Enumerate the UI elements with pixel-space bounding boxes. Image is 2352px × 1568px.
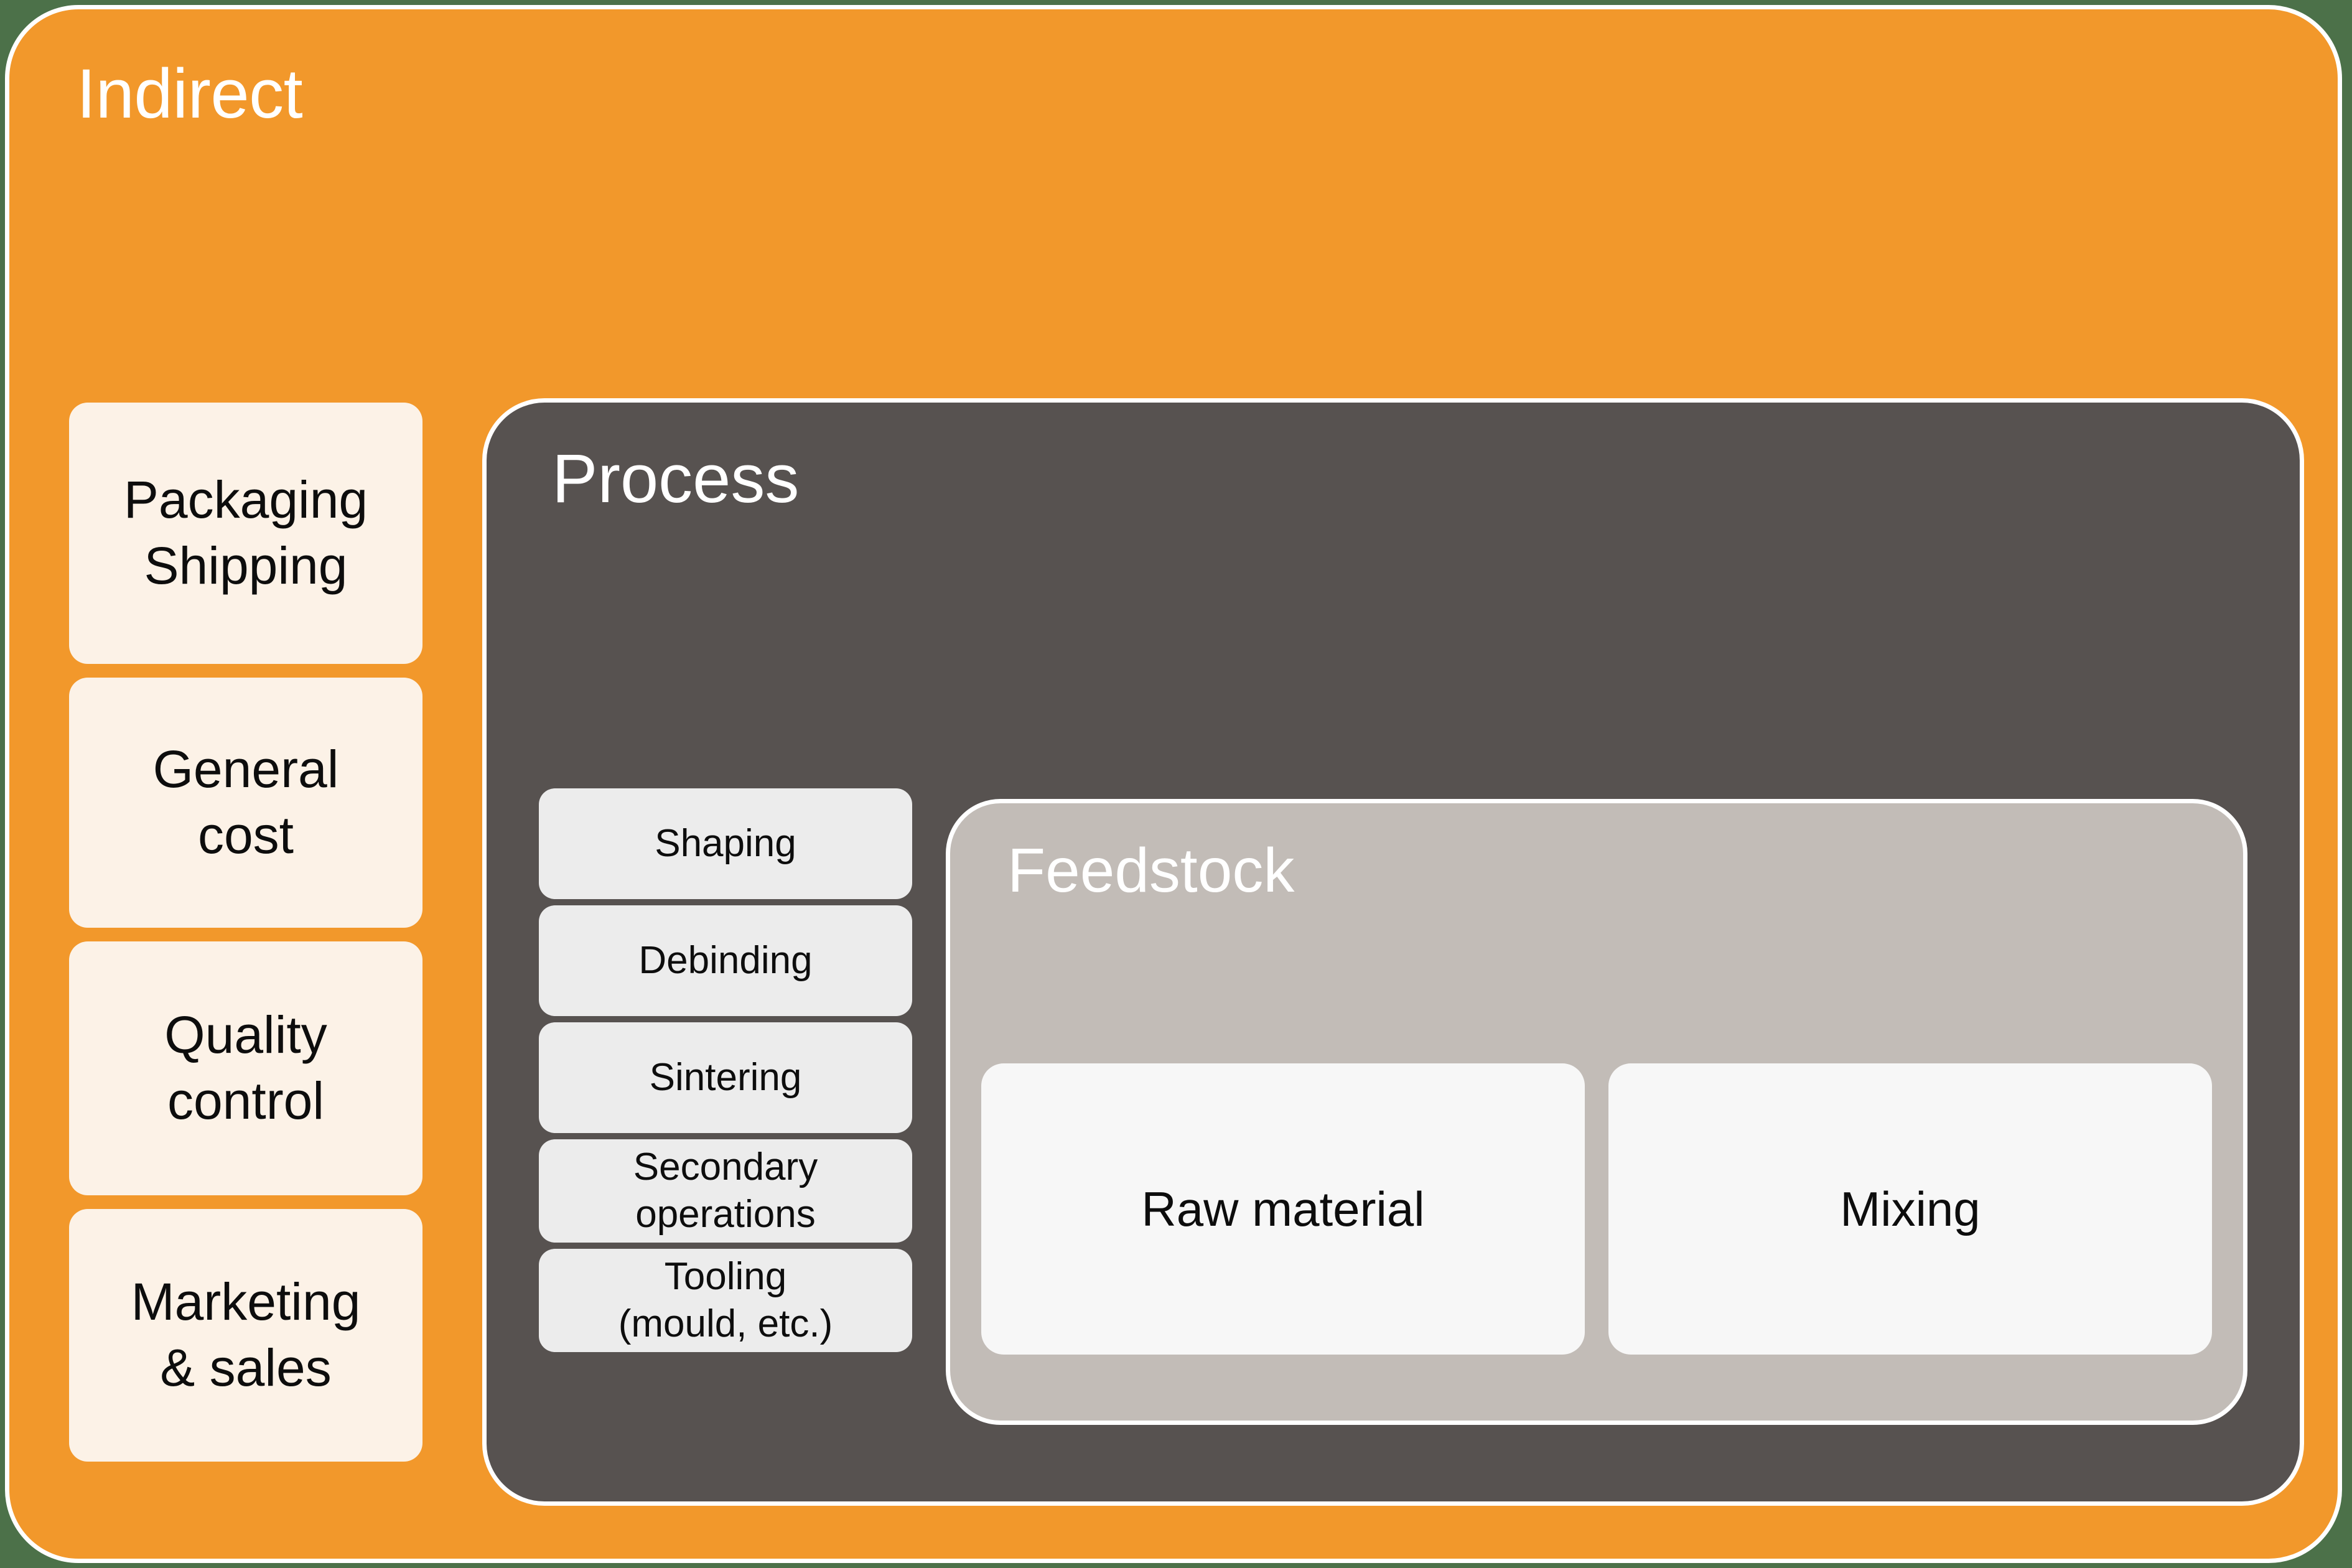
process-step-label: Debinding <box>638 939 813 982</box>
process-step-shaping[interactable]: Shaping <box>539 788 912 899</box>
feedstock-card-mixing[interactable]: Mixing <box>1608 1063 2212 1355</box>
feedstock-card-label: Raw material <box>1141 1181 1425 1236</box>
indirect-cost-list: Packaging Shipping General cost Quality … <box>69 403 422 1475</box>
feedstock-title: Feedstock <box>1007 836 1295 905</box>
indirect-card-line: & sales <box>160 1338 332 1397</box>
indirect-card-line: Shipping <box>144 536 348 595</box>
process-step-label: Sintering <box>649 1056 802 1099</box>
indirect-card-line: cost <box>197 806 294 864</box>
indirect-card-quality-control[interactable]: Quality control <box>69 941 422 1195</box>
feedstock-card-raw-material[interactable]: Raw material <box>981 1063 1585 1355</box>
indirect-card-line: Marketing <box>131 1272 361 1332</box>
feedstock-card-list: Raw material Mixing <box>981 1063 2212 1355</box>
feedstock-container: Feedstock Raw material Mixing <box>946 799 2247 1425</box>
process-step-label: Tooling <box>664 1255 787 1299</box>
indirect-container: Indirect Packaging Shipping General cost… <box>5 5 2342 1563</box>
process-step-label: (mould, etc.) <box>618 1302 833 1345</box>
indirect-card-line: General <box>152 740 339 799</box>
process-container: Process Shaping Debinding Sintering Seco… <box>482 398 2304 1506</box>
process-title: Process <box>552 441 800 517</box>
process-step-label: operations <box>635 1193 816 1236</box>
process-step-secondary-operations[interactable]: Secondary operations <box>539 1139 912 1243</box>
indirect-card-packaging-shipping[interactable]: Packaging Shipping <box>69 403 422 664</box>
process-step-label: Shaping <box>655 822 796 866</box>
indirect-card-general-cost[interactable]: General cost <box>69 678 422 928</box>
process-step-label: Secondary <box>633 1146 818 1189</box>
indirect-card-line: control <box>167 1071 325 1130</box>
process-step-debinding[interactable]: Debinding <box>539 905 912 1016</box>
feedstock-card-label: Mixing <box>1840 1181 1981 1236</box>
process-step-sintering[interactable]: Sintering <box>539 1022 912 1133</box>
indirect-card-line: Quality <box>164 1006 327 1065</box>
process-step-list: Shaping Debinding Sintering Secondary op… <box>539 788 912 1358</box>
process-step-tooling[interactable]: Tooling (mould, etc.) <box>539 1249 912 1352</box>
indirect-card-marketing-sales[interactable]: Marketing & sales <box>69 1209 422 1462</box>
diagram-canvas: Indirect Packaging Shipping General cost… <box>0 0 2352 1568</box>
indirect-card-line: Packaging <box>123 470 368 530</box>
indirect-title: Indirect <box>77 55 303 133</box>
